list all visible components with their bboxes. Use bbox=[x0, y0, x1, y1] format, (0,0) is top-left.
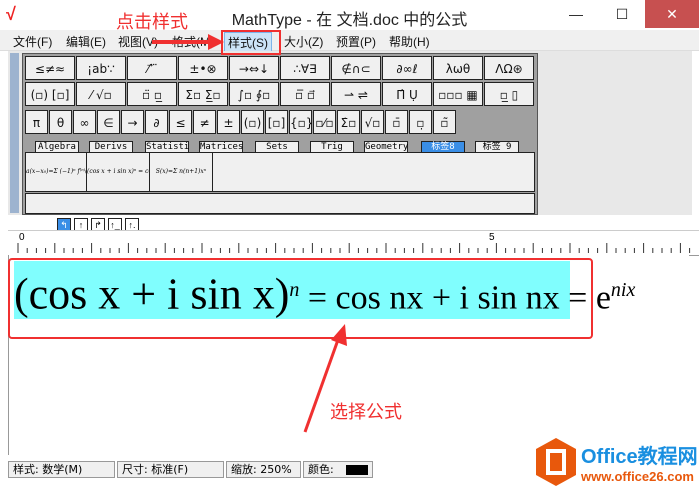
maximize-button[interactable]: ☐ bbox=[599, 0, 645, 28]
palette-button[interactable]: ▫▫▫ ▦ bbox=[433, 82, 483, 106]
status-color-label: 颜色: bbox=[308, 463, 334, 476]
palette-button[interactable]: ▫̅ ▫⃗ bbox=[280, 82, 330, 106]
menu-bar: 文件(F) 编辑(E) 视图(V) 格式(M) 样式(S) 大小(Z) 预置(P… bbox=[0, 30, 699, 53]
palette-button[interactable]: ΛΩ⊛ bbox=[484, 56, 534, 80]
annotation-click-style: 点击样式 bbox=[116, 12, 188, 32]
palette-button[interactable]: ⇀ ⇌ bbox=[331, 82, 381, 106]
symbol-button[interactable]: ▫̃ bbox=[433, 110, 456, 134]
palette-button[interactable]: ±•⊗ bbox=[178, 56, 228, 80]
arrow-icon bbox=[152, 34, 224, 50]
palette-button[interactable]: ¡ab∵ bbox=[76, 56, 126, 80]
symbol-button[interactable]: ∂ bbox=[145, 110, 168, 134]
palette-button[interactable]: ∴∀∃ bbox=[280, 56, 330, 80]
menu-edit[interactable]: 编辑(E) bbox=[63, 32, 109, 51]
symbol-button[interactable]: ▫̄ bbox=[385, 110, 408, 134]
symbol-button[interactable]: {▫} bbox=[289, 110, 313, 134]
color-swatch[interactable] bbox=[345, 464, 368, 475]
annotation-select-formula: 选择公式 bbox=[330, 402, 402, 422]
symbol-button[interactable]: θ bbox=[49, 110, 72, 134]
symbol-button[interactable]: ≤ bbox=[169, 110, 192, 134]
palette-button[interactable]: ∫▫ ∮▫ bbox=[229, 82, 279, 106]
status-style: 样式: 数学(M) bbox=[8, 461, 115, 478]
menu-help[interactable]: 帮助(H) bbox=[386, 32, 433, 51]
palette-button[interactable]: ≤≠≈ bbox=[25, 56, 75, 80]
palette-button[interactable]: ⁄ √▫ bbox=[76, 82, 126, 106]
menu-file[interactable]: 文件(F) bbox=[10, 32, 55, 51]
symbol-button[interactable]: ▫⁄▫ bbox=[313, 110, 336, 134]
title-bar: √ MathType - 在 文档.doc 中的公式 — ☐ ✕ bbox=[0, 0, 699, 30]
watermark: Office教程网 www.office26.com bbox=[535, 437, 698, 487]
symbol-button[interactable]: ∞ bbox=[73, 110, 96, 134]
symbol-button[interactable]: ± bbox=[217, 110, 240, 134]
palette-button[interactable]: ∂∞ℓ bbox=[382, 56, 432, 80]
status-size: 尺寸: 标准(F) bbox=[117, 461, 224, 478]
symbol-button[interactable]: Σ̇▫ bbox=[337, 110, 360, 134]
symbol-palette: ≤≠≈ ¡ab∵ ⁄ ⃗ ⃛ ±•⊗ →⇔↓ ∴∀∃ ∉∩⊂ ∂∞ℓ λωθ ΛΩ⊛ (▫) [▫… bbox=[22, 53, 538, 215]
symbol-button[interactable]: → bbox=[121, 110, 144, 134]
template-bar: a(x−x₀)=Σ (−1)ⁿ f⁽ⁿ⁾(x−x) (cos x + i sin… bbox=[25, 152, 535, 192]
palette-button[interactable]: ⁄ ⃗ ⃛ bbox=[127, 56, 177, 80]
minimize-button[interactable]: — bbox=[553, 0, 599, 28]
palette-button[interactable]: Π̂ Ụ bbox=[382, 82, 432, 106]
palette-button[interactable]: →⇔↓ bbox=[229, 56, 279, 80]
status-zoom: 缩放: 250% bbox=[226, 461, 301, 478]
template-item[interactable]: a(x−x₀)=Σ (−1)ⁿ f⁽ⁿ⁾(x−x) bbox=[26, 153, 87, 191]
symbol-button[interactable]: [▫] bbox=[265, 110, 288, 134]
symbol-button[interactable]: ≠ bbox=[193, 110, 216, 134]
style-menu-highlight-box bbox=[221, 30, 281, 55]
toolbar-handle[interactable] bbox=[10, 53, 19, 213]
palette-button[interactable]: λωθ bbox=[433, 56, 483, 80]
symbol-button[interactable]: (▫) bbox=[241, 110, 264, 134]
palette-button[interactable]: ▫̲ ▯ bbox=[484, 82, 534, 106]
watermark-brand: Office教程网 bbox=[581, 446, 698, 468]
symbol-button[interactable]: ∈ bbox=[97, 110, 120, 134]
watermark-url: www.office26.com bbox=[581, 469, 694, 484]
template-bar-empty bbox=[25, 193, 535, 214]
exponent-nix: nix bbox=[610, 279, 636, 301]
palette-button[interactable]: ▫̈ ▫̲ bbox=[127, 82, 177, 106]
status-bar: 样式: 数学(M) 尺寸: 标准(F) 缩放: 250% 颜色: bbox=[8, 461, 375, 478]
office-logo-icon bbox=[536, 438, 576, 486]
ruler-ticks bbox=[17, 243, 691, 253]
menu-preferences[interactable]: 预置(P) bbox=[333, 32, 379, 51]
palette-button[interactable]: ∉∩⊂ bbox=[331, 56, 381, 80]
symbol-button[interactable]: √▫ bbox=[361, 110, 384, 134]
close-button[interactable]: ✕ bbox=[645, 0, 699, 28]
symbol-button[interactable]: π bbox=[25, 110, 48, 134]
palette-button[interactable]: (▫) [▫] bbox=[25, 82, 75, 106]
template-item[interactable]: S(x)=Σ n(n+1)xⁿ bbox=[150, 153, 213, 191]
template-item[interactable]: (cos x + i sin x)ⁿ = cos bbox=[87, 153, 150, 191]
symbol-button[interactable]: ▫̣ bbox=[409, 110, 432, 134]
palette-button[interactable]: Σ▫ Σ̲▫ bbox=[178, 82, 228, 106]
menu-size[interactable]: 大小(Z) bbox=[281, 32, 326, 51]
ruler[interactable]: 0 5 bbox=[8, 230, 699, 256]
